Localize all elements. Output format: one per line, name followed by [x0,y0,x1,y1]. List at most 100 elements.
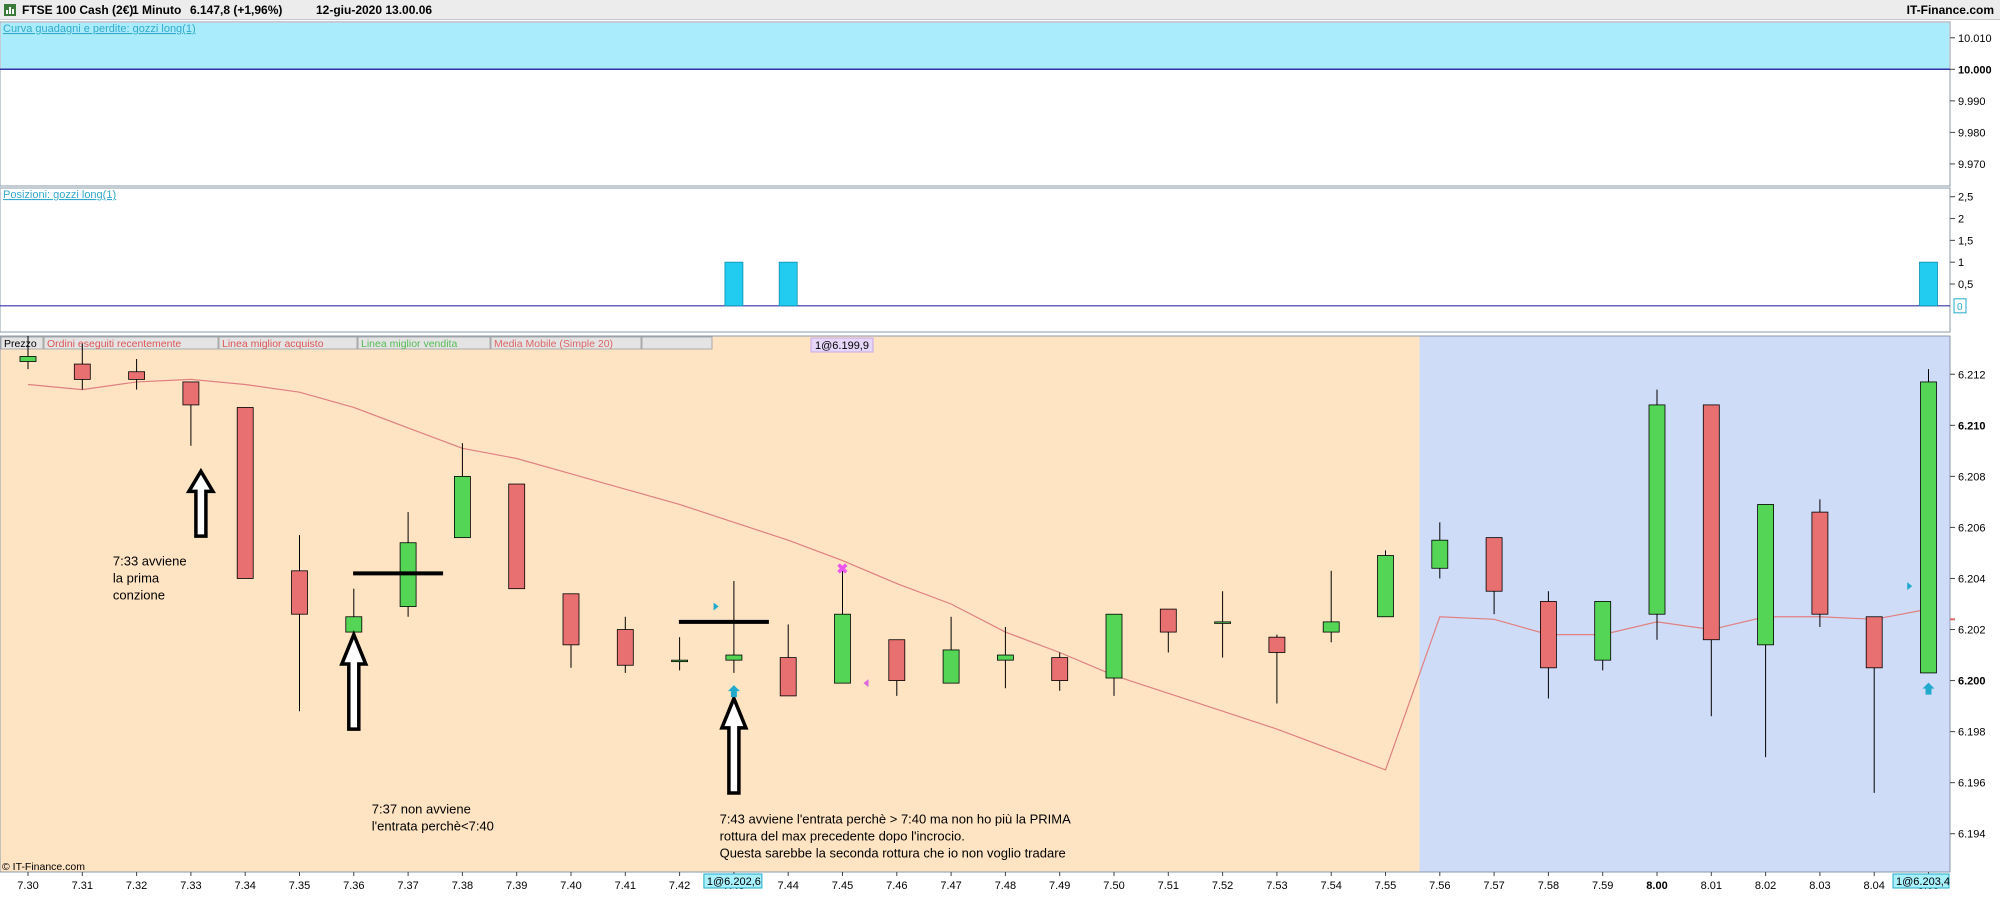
bull-candle [1431,539,1449,569]
legend-label: Linea miglior vendita [361,338,457,350]
price-tick-label: 6.194 [1958,829,1986,841]
position-tick-label: 0,5 [1958,279,1973,291]
position-tick-label: 1,5 [1958,235,1973,247]
x-tick-label: 7.38 [452,880,473,892]
bear-candle [128,371,146,380]
bear-candle [236,407,254,579]
x-tick-label: 7.46 [886,880,907,892]
x-tick-label: 7.54 [1320,880,1341,892]
legend-label: Media Mobile (Simple 20) [494,338,613,350]
trade-label: 1@6.203,4 [1896,876,1950,888]
bull-candle [1322,621,1340,633]
price-tick-label: 6.210 [1958,420,1986,432]
x-tick-label: 7.31 [72,880,93,892]
price-tick-label: 6.208 [1958,471,1986,483]
position-bar [724,261,744,307]
bear-candle [1811,511,1829,615]
price-tick-label: 6.204 [1958,573,1986,585]
position-bar [1919,261,1938,307]
position-tick-label: 2 [1958,214,1964,226]
equity-tick-label: 9.980 [1958,127,1986,139]
trade-label: 1@6.202,6 [707,876,761,888]
x-tick-label: 7.44 [777,880,798,892]
x-tick-label: 7.56 [1429,880,1450,892]
x-tick-label: 7.58 [1538,880,1559,892]
price-tick-label: 6.198 [1958,727,1986,739]
bear-candle [616,629,634,666]
equity-fill [1,23,1949,70]
bull-candle [1105,613,1123,679]
x-tick-label: 7.47 [940,880,961,892]
bear-candle [888,639,906,681]
datetime-label: 12-giu-2020 13.00.06 [316,3,433,17]
x-tick-label: 7.41 [615,880,636,892]
x-tick-label: 7.39 [506,880,527,892]
session-background [0,336,1420,872]
price-tick-label: 6.200 [1958,676,1986,688]
x-tick-label: 7.48 [995,880,1016,892]
position-bar [778,261,798,307]
equity-panel-label: Curva guadagni e perdite: gozzi long(1) [3,23,196,35]
instrument-name: FTSE 100 Cash (2€) [22,3,134,17]
x-tick-label: 8.03 [1809,880,1830,892]
bull-candle [997,654,1014,661]
x-tick-label: 8.02 [1755,880,1776,892]
title-bar: FTSE 100 Cash (2€) 1 Minuto 6.147,8 (+1,… [0,0,2000,20]
x-tick-label: 7.40 [560,880,581,892]
x-tick-label: 7.51 [1158,880,1179,892]
x-tick-label: 7.35 [289,880,310,892]
bear-candle [182,381,200,406]
x-tick-label: 7.34 [234,880,255,892]
bull-candle [942,649,960,684]
bull-candle [1214,621,1231,624]
x-tick-label: 7.59 [1592,880,1613,892]
position-panel-label: Posizioni: gozzi long(1) [3,189,116,201]
x-tick-label: 8.00 [1646,880,1667,892]
x-tick-label: 7.45 [832,880,853,892]
legend-label: Ordini eseguiti recentemente [47,338,181,350]
equity-tick-label: 10.010 [1958,33,1992,45]
bear-candle [1159,608,1177,633]
equity-tick-label: 10.000 [1958,64,1992,76]
bear-candle [1702,404,1720,641]
x-tick-label: 7.57 [1483,880,1504,892]
annotation-text: Questa sarebbe la seconda rottura che io… [720,846,1066,861]
x-tick-label: 7.36 [343,880,364,892]
x-tick-label: 7.50 [1103,880,1124,892]
bull-candle [453,475,471,539]
bear-candle [508,483,526,590]
x-tick-label: 8.04 [1863,880,1884,892]
chart-area[interactable]: Curva guadagni e perdite: gozzi long(1) 1… [0,20,2000,900]
x-tick-label: 7.55 [1375,880,1396,892]
order-cross-icon: ✖ [837,560,849,576]
bear-candle [562,593,580,646]
x-tick-label: 7.53 [1266,880,1287,892]
bear-candle [1268,636,1286,653]
app-icon [4,4,16,16]
annotation-text: conzione [113,588,165,603]
bear-candle [291,570,308,615]
bear-candle [779,657,797,697]
annotation-text: l'entrata perchè<7:40 [372,818,494,833]
x-tick-label: 7.49 [1049,880,1070,892]
equity-tick-label: 9.970 [1958,159,1986,171]
brand-label: IT-Finance.com [1906,3,1994,17]
bear-candle [1865,616,1883,669]
position-panel [0,187,1951,333]
bear-candle [1485,537,1503,592]
annotation-text: 7:43 avviene l'entrata perchè > 7:40 ma … [720,812,1072,827]
bull-candle [834,613,851,684]
timeframe-label: 1 Minuto [132,3,182,17]
x-tick-label: 7.52 [1212,880,1233,892]
position-current-label: 0 [1957,302,1963,313]
bull-candle [1648,404,1666,615]
annotation-text: la prima [113,571,160,586]
annotation-text: 7:37 non avviene [372,801,471,816]
position-tick-label: 2,5 [1958,192,1973,204]
price-tick-label: 6.202 [1958,625,1986,637]
bull-candle [345,616,363,633]
price-tick-label: 6.206 [1958,522,1986,534]
annotation-text: rottura del max precedente dopo l'incroc… [720,829,965,844]
x-tick-label: 8.01 [1701,880,1722,892]
bull-candle [671,659,688,663]
